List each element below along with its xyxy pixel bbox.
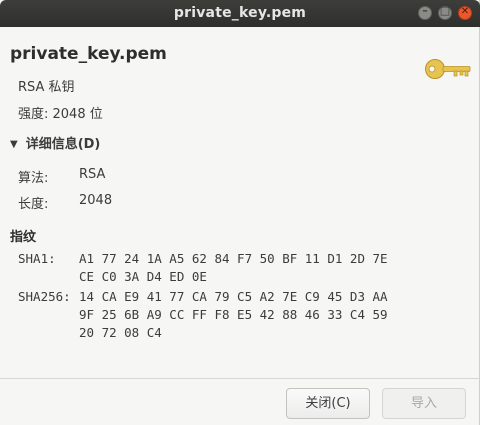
window-title: private_key.pem: [173, 5, 307, 21]
length-label: 长度:: [18, 197, 49, 212]
algorithm-value: RSA: [79, 167, 106, 182]
fingerprints-heading: 指纹: [10, 230, 37, 245]
key-type-label: RSA 私钥: [18, 80, 75, 95]
maximize-icon: □: [439, 4, 451, 17]
file-title: private_key.pem: [10, 44, 167, 64]
import-button[interactable]: 导入: [382, 388, 466, 419]
dialog-window: private_key.pem – □ ✕ private_key.pem RS…: [0, 0, 480, 425]
title-bar[interactable]: private_key.pem – □ ✕: [0, 0, 480, 27]
maximize-button[interactable]: □: [438, 4, 452, 20]
sha256-label: SHA256:: [18, 289, 71, 304]
sha1-label: SHA1:: [18, 251, 56, 266]
length-value: 2048: [79, 193, 113, 208]
key-strength-label: 强度: 2048 位: [18, 107, 103, 122]
minimize-button[interactable]: –: [418, 4, 432, 20]
close-button[interactable]: 关闭(C): [286, 388, 370, 419]
footer-divider: [0, 378, 480, 379]
algorithm-label: 算法:: [18, 171, 49, 186]
expander-label: 详细信息(D): [25, 137, 101, 152]
details-expander[interactable]: ▼ 详细信息(D): [10, 133, 100, 152]
close-icon: ✕: [460, 6, 470, 17]
sha256-value: 14 CA E9 41 77 CA 79 C5 A2 7E C9 45 D3 A…: [79, 289, 388, 340]
close-window-button[interactable]: ✕: [458, 6, 472, 20]
key-icon: [425, 59, 471, 79]
sha1-value: A1 77 24 1A A5 62 84 F7 50 BF 11 D1 2D 7…: [79, 251, 388, 284]
minimize-icon: –: [422, 4, 428, 17]
expander-arrow-icon: ▼: [10, 139, 18, 150]
